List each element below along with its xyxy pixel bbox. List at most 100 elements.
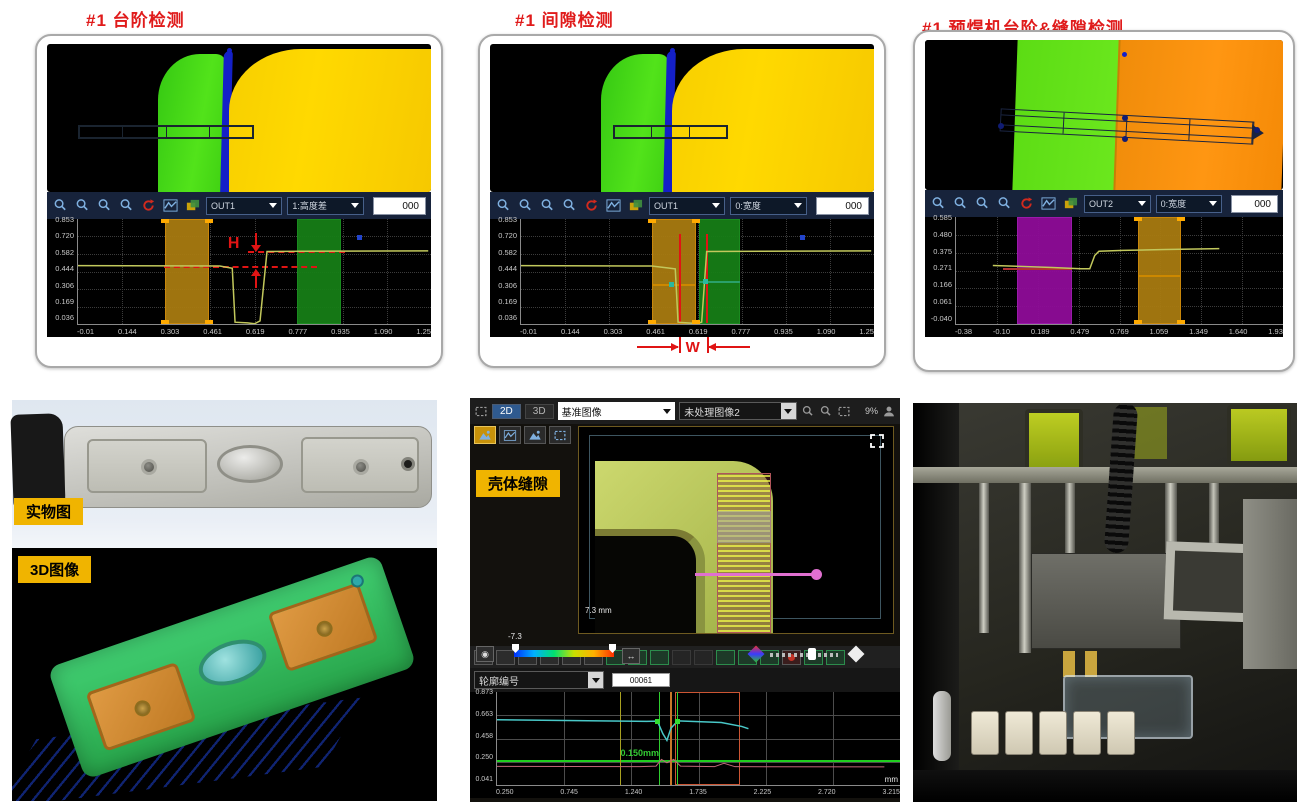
toolbar-icon[interactable]: [826, 650, 845, 665]
tick-label: 3.215: [882, 789, 900, 796]
toolbar-icon[interactable]: [716, 650, 735, 665]
toolbar-icon[interactable]: [650, 650, 669, 665]
height-color-scale[interactable]: [514, 650, 614, 657]
profile-button[interactable]: [499, 426, 521, 444]
tick-label: 1.090: [374, 327, 393, 336]
tick-label: 0.720: [55, 232, 74, 240]
chevron-down-icon: [712, 203, 720, 208]
zoom-fit-icon[interactable]: [996, 196, 1013, 211]
gap-measure-chart: 0.8730.6630.4580.2500.041 0.150mm 0.2500…: [470, 692, 900, 798]
record-icon[interactable]: [782, 650, 801, 665]
range-button[interactable]: ↔: [622, 648, 640, 664]
handle: [205, 219, 213, 223]
tick-label: 0.720: [498, 232, 517, 240]
zoom-fit-icon[interactable]: [118, 198, 135, 213]
mode-select-value: 0:宽度: [735, 199, 761, 212]
zoom-in-icon[interactable]: [52, 198, 69, 213]
mk: [800, 235, 805, 240]
measure-region-overlay[interactable]: [613, 125, 728, 138]
zoom-area-icon[interactable]: [974, 196, 991, 211]
layers-icon[interactable]: [184, 198, 201, 213]
zoom-out-icon[interactable]: [952, 196, 969, 211]
refresh-icon[interactable]: [140, 198, 157, 213]
tick-label: 0.169: [498, 298, 517, 306]
tick-label: -0.01: [520, 327, 537, 336]
tab-3d[interactable]: 3D: [525, 404, 554, 419]
user-icon[interactable]: [882, 405, 896, 418]
value-display: 000: [1231, 195, 1278, 213]
height-map-image: [925, 40, 1283, 190]
zoom-area-icon[interactable]: [539, 198, 556, 213]
tool-button[interactable]: [549, 426, 571, 444]
handle: [1134, 217, 1142, 221]
handle: [648, 219, 656, 223]
tick-label: 1.090: [817, 327, 836, 336]
panel1-title: #1 台阶检测: [86, 6, 185, 31]
scale-min-slider[interactable]: [512, 644, 519, 653]
processing-select-value: 未处理图像2: [684, 404, 740, 419]
zoom-percent: 9%: [865, 406, 878, 416]
chevron-down-icon: [663, 409, 671, 414]
handle-dot[interactable]: [998, 123, 1004, 129]
refresh-icon[interactable]: [583, 198, 600, 213]
profile-select[interactable]: 轮廓编号: [474, 671, 604, 689]
tick-label: 1.640: [1229, 327, 1248, 336]
texture-button[interactable]: [524, 426, 546, 444]
tick-label: 0.303: [604, 327, 623, 336]
handle: [692, 320, 700, 325]
measure-region-overlay[interactable]: [78, 125, 255, 138]
expand-icon[interactable]: [869, 433, 885, 449]
tick-label: 0.306: [55, 282, 74, 290]
zoom-in-icon[interactable]: [930, 196, 947, 211]
profile-select-value: 轮廓编号: [479, 673, 519, 688]
out-select[interactable]: OUT1: [206, 197, 282, 215]
scale-max-label: 7.3 mm: [585, 606, 612, 615]
layout-icon[interactable]: [474, 405, 488, 418]
slider-handle[interactable]: [808, 648, 816, 660]
zoom-in-icon[interactable]: [495, 198, 512, 213]
position-slider[interactable]: [770, 653, 838, 657]
camera-image-view[interactable]: 7.3 mm: [578, 426, 894, 634]
color-mode-button[interactable]: ◉: [476, 646, 494, 662]
processing-select[interactable]: 未处理图像2: [679, 402, 797, 420]
profile-position-arrow[interactable]: [695, 573, 817, 576]
fit-screen-icon[interactable]: [837, 405, 851, 418]
tick-label: 0.061: [933, 298, 952, 306]
x-axis: 0.2500.7451.2401.7352.2252.7203.215: [496, 786, 900, 798]
mode-select[interactable]: 0:宽度: [730, 197, 806, 215]
chevron-down-icon: [1209, 201, 1217, 206]
profile-view-icon[interactable]: [162, 198, 179, 213]
tick-label: 0.271: [933, 264, 952, 272]
profile-view-icon[interactable]: [605, 198, 622, 213]
toolbar-icon[interactable]: [496, 650, 515, 665]
tab-2d[interactable]: 2D: [492, 404, 521, 419]
out-select[interactable]: OUT2: [1084, 195, 1151, 213]
toolbar-icon[interactable]: [672, 650, 691, 665]
profile-view-icon[interactable]: [1040, 196, 1057, 211]
handle-dot[interactable]: [1122, 136, 1128, 142]
image-select[interactable]: 基准图像: [558, 402, 676, 420]
out-select[interactable]: OUT1: [649, 197, 725, 215]
value-display: 000: [816, 197, 869, 215]
handle: [161, 320, 169, 325]
gap-width-label: W: [686, 339, 700, 356]
toolbar-icon[interactable]: [694, 650, 713, 665]
layers-icon[interactable]: [1062, 196, 1079, 211]
refresh-icon[interactable]: [1018, 196, 1035, 211]
handle-dot[interactable]: [1122, 115, 1128, 121]
shell-gap-label: 壳体缝隙: [476, 470, 560, 497]
zoom-out-icon[interactable]: [74, 198, 91, 213]
tick-label: 1.349: [1189, 327, 1208, 336]
mode-select[interactable]: 1:高度差: [287, 197, 363, 215]
tick-label: 0.769: [1110, 327, 1129, 336]
zoom-area-icon[interactable]: [96, 198, 113, 213]
zoom-out-icon[interactable]: [517, 198, 534, 213]
height-image-button[interactable]: [474, 426, 496, 444]
tick-label: 0.250: [496, 789, 514, 796]
zoom-out-icon[interactable]: [819, 405, 833, 418]
zoom-in-icon[interactable]: [801, 405, 815, 418]
layers-icon[interactable]: [627, 198, 644, 213]
mode-select[interactable]: 0:宽度: [1156, 195, 1223, 213]
zoom-fit-icon[interactable]: [561, 198, 578, 213]
tick-label: 0.853: [498, 216, 517, 224]
